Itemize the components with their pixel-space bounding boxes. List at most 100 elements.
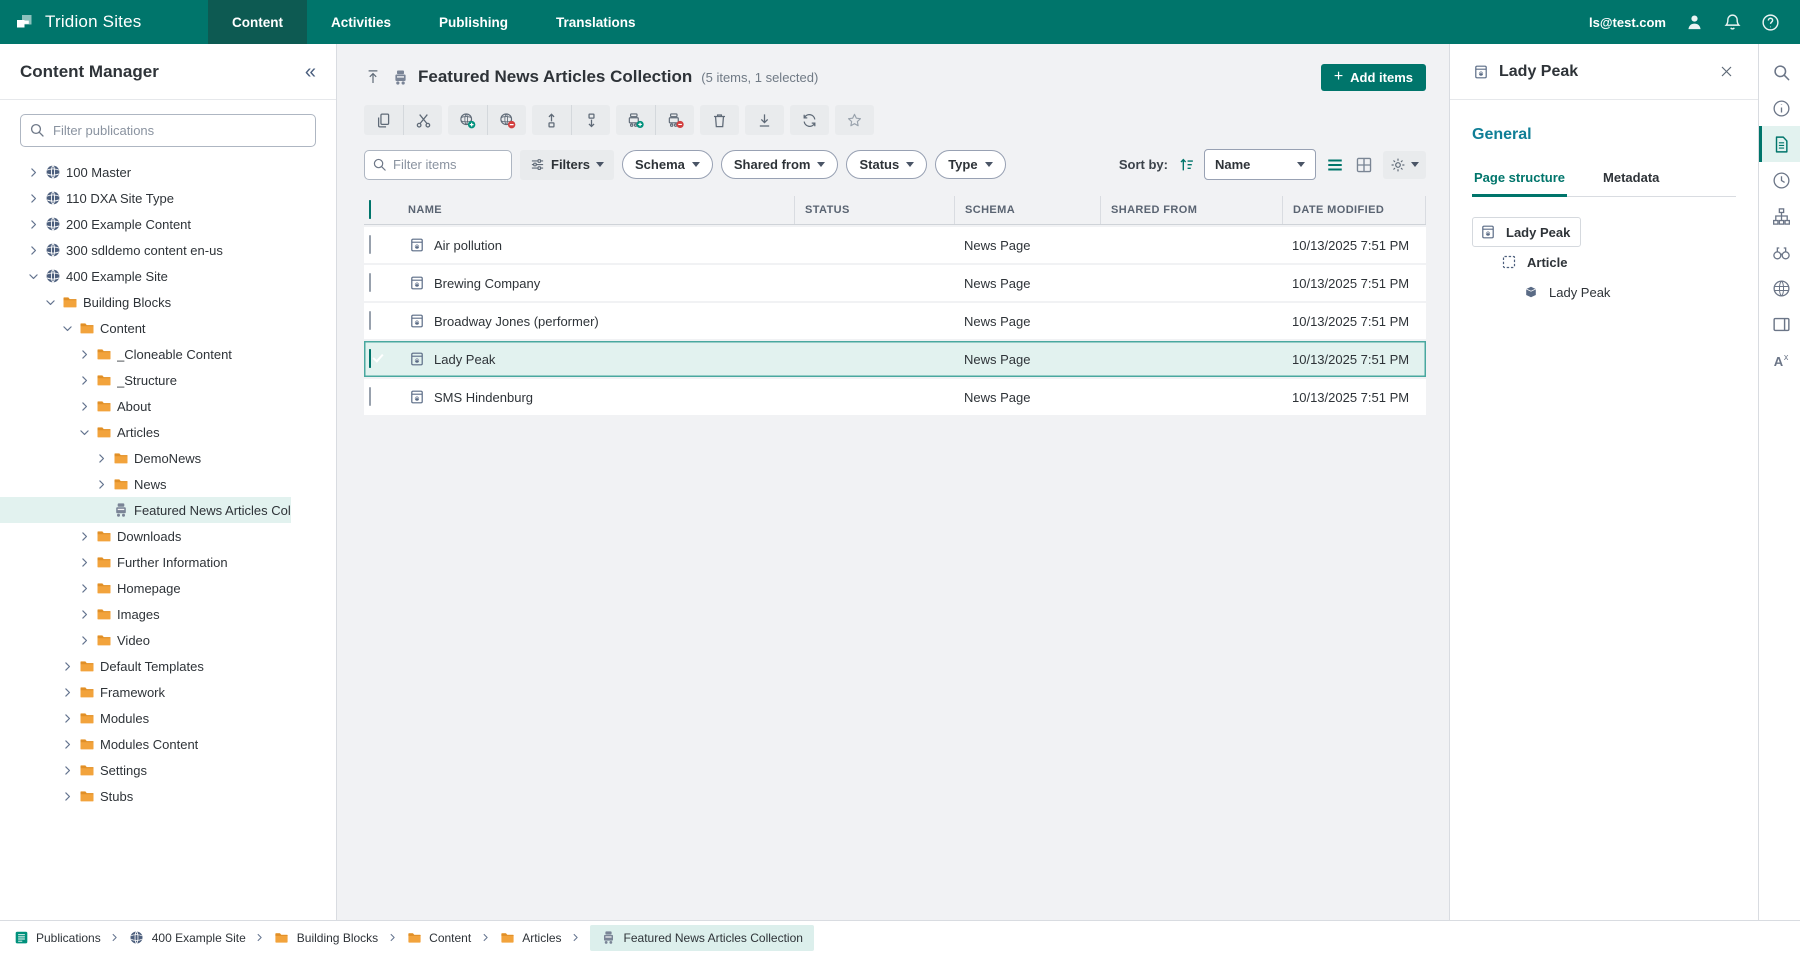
rail-translate-button[interactable]: Ax (1759, 342, 1800, 378)
tree-item-downloads[interactable]: Downloads (0, 523, 291, 549)
tree-item-default-templates[interactable]: Default Templates (0, 653, 291, 679)
table-settings-button[interactable] (1383, 151, 1426, 179)
chevron-right-icon[interactable] (58, 658, 76, 674)
chevron-right-icon[interactable] (75, 398, 93, 414)
row-checkbox[interactable] (369, 235, 371, 254)
chevron-down-icon[interactable] (24, 268, 42, 284)
rail-binoculars-button[interactable] (1759, 234, 1800, 270)
breadcrumb-featured-news-articles-collection[interactable]: Featured News Articles Collection (590, 925, 814, 951)
collection-remove-button[interactable] (655, 105, 694, 135)
rail-info-button[interactable] (1759, 90, 1800, 126)
filter-pill-schema[interactable]: Schema (622, 150, 713, 179)
nav-tab-translations[interactable]: Translations (532, 0, 660, 44)
column-header-name[interactable]: NAME (398, 196, 794, 224)
refresh-button[interactable] (790, 105, 829, 135)
chevron-right-icon[interactable] (75, 606, 93, 622)
tree-item-further-information[interactable]: Further Information (0, 549, 291, 575)
user-icon[interactable] (1684, 12, 1704, 32)
tree-item-homepage[interactable]: Homepage (0, 575, 291, 601)
rail-history-button[interactable] (1759, 162, 1800, 198)
add-items-button[interactable]: + Add items (1321, 64, 1426, 91)
copy-button[interactable] (364, 105, 403, 135)
tree-item-100-master[interactable]: 100 Master (0, 159, 291, 185)
breadcrumb-building-blocks[interactable]: Building Blocks (274, 930, 378, 946)
unlocalize-button[interactable] (487, 105, 526, 135)
tree-item-articles[interactable]: Articles (0, 419, 291, 445)
chevron-right-icon[interactable] (24, 164, 42, 180)
column-header-schema[interactable]: SCHEMA (954, 196, 1100, 224)
rail-search-button[interactable] (1759, 54, 1800, 90)
tab-page-structure[interactable]: Page structure (1472, 170, 1567, 196)
localize-button[interactable] (448, 105, 487, 135)
nav-tab-publishing[interactable]: Publishing (415, 0, 532, 44)
tree-item-video[interactable]: Video (0, 627, 291, 653)
filters-button[interactable]: Filters (520, 150, 614, 180)
chevron-right-icon[interactable] (75, 372, 93, 388)
rail-globe-outline-button[interactable] (1759, 270, 1800, 306)
tree-item-framework[interactable]: Framework (0, 679, 291, 705)
nav-tab-activities[interactable]: Activities (307, 0, 415, 44)
tree-item-demonews[interactable]: DemoNews (0, 445, 291, 471)
chevron-down-icon[interactable] (41, 294, 59, 310)
breadcrumb-articles[interactable]: Articles (499, 930, 561, 946)
chevron-right-icon[interactable] (58, 710, 76, 726)
structure-node-lady-peak[interactable]: Lady Peak (1472, 217, 1581, 247)
chevron-right-icon[interactable] (75, 580, 93, 596)
chevron-right-icon[interactable] (92, 476, 110, 492)
chevron-right-icon[interactable] (58, 684, 76, 700)
tree-item-cloneable-content[interactable]: _Cloneable Content (0, 341, 291, 367)
tree-item-settings[interactable]: Settings (0, 757, 291, 783)
chevron-right-icon[interactable] (75, 632, 93, 648)
delete-button[interactable] (700, 105, 739, 135)
tree-item-about[interactable]: About (0, 393, 291, 419)
table-row-brewing-company[interactable]: Brewing CompanyNews Page10/13/2025 7:51 … (364, 265, 1426, 301)
collapse-sidebar-icon[interactable]: « (305, 62, 316, 82)
tree-item-stubs[interactable]: Stubs (0, 783, 291, 809)
brand[interactable]: Tridion Sites (0, 0, 208, 44)
tree-item-images[interactable]: Images (0, 601, 291, 627)
tree-item-400-example-site[interactable]: 400 Example Site (0, 263, 291, 289)
tree-item-structure[interactable]: _Structure (0, 367, 291, 393)
table-row-air-pollution[interactable]: Air pollutionNews Page10/13/2025 7:51 PM (364, 227, 1426, 263)
grid-view-icon[interactable] (1354, 155, 1374, 175)
chevron-right-icon[interactable] (75, 346, 93, 362)
tree-item-modules-content[interactable]: Modules Content (0, 731, 291, 757)
rail-document-button[interactable] (1759, 126, 1800, 162)
rail-panel-button[interactable] (1759, 306, 1800, 342)
list-view-icon[interactable] (1325, 155, 1345, 175)
favorite-button[interactable] (835, 105, 874, 135)
column-header-shared-from[interactable]: SHARED FROM (1100, 196, 1282, 224)
chevron-right-icon[interactable] (58, 788, 76, 804)
chevron-right-icon[interactable] (24, 242, 42, 258)
select-all-checkbox[interactable] (369, 200, 371, 219)
check-out-button[interactable] (532, 105, 571, 135)
tree-item-content[interactable]: Content (0, 315, 291, 341)
chevron-right-icon[interactable] (58, 736, 76, 752)
tree-item-110-dxa-site-type[interactable]: 110 DXA Site Type (0, 185, 291, 211)
row-checkbox[interactable] (369, 387, 371, 406)
table-row-lady-peak[interactable]: Lady PeakNews Page10/13/2025 7:51 PM (364, 341, 1426, 377)
chevron-right-icon[interactable] (58, 762, 76, 778)
sort-ascending-icon[interactable] (1177, 156, 1195, 174)
tree-item-building-blocks[interactable]: Building Blocks (0, 289, 291, 315)
help-icon[interactable] (1760, 12, 1780, 32)
cut-button[interactable] (403, 105, 442, 135)
chevron-right-icon[interactable] (92, 450, 110, 466)
chevron-right-icon[interactable] (75, 528, 93, 544)
breadcrumb-400-example-site[interactable]: 400 Example Site (129, 930, 246, 946)
filter-publications-input[interactable] (20, 114, 316, 147)
sort-select[interactable]: Name (1204, 149, 1316, 180)
go-up-level-icon[interactable] (364, 68, 382, 86)
tree-item-news[interactable]: News (0, 471, 291, 497)
chevron-down-icon[interactable] (75, 424, 93, 440)
filter-pill-type[interactable]: Type (935, 150, 1005, 179)
tab-metadata[interactable]: Metadata (1601, 170, 1661, 196)
table-row-broadway-jones-performer[interactable]: Broadway Jones (performer)News Page10/13… (364, 303, 1426, 339)
breadcrumb-publications[interactable]: Publications (13, 930, 101, 946)
structure-node-article[interactable]: Article (1472, 247, 1736, 277)
row-checkbox[interactable] (369, 349, 371, 368)
check-in-button[interactable] (571, 105, 610, 135)
nav-tab-content[interactable]: Content (208, 0, 307, 44)
tree-item-featured-news-articles-collection[interactable]: Featured News Articles Collection (0, 497, 291, 523)
chevron-right-icon[interactable] (24, 216, 42, 232)
